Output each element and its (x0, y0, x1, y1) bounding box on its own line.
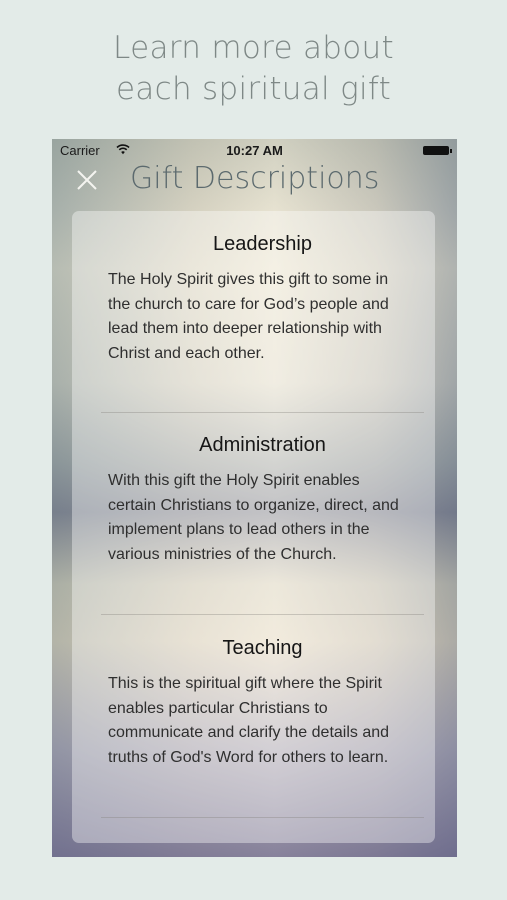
gift-descriptions-list[interactable]: Leadership The Holy Spirit gives this gi… (72, 211, 435, 843)
divider (101, 614, 424, 615)
gift-description: This is the spiritual gift where the Spi… (108, 675, 390, 766)
close-button[interactable] (74, 163, 102, 195)
gift-description: The Holy Spirit gives this gift to some … (108, 271, 389, 362)
gift-title: Leadership (213, 233, 312, 255)
status-time: 10:27 AM (226, 143, 283, 158)
page-title: Gift Descriptions (130, 161, 380, 196)
divider (101, 412, 424, 413)
promo-caption: Learn more about each spiritual gift (0, 28, 507, 110)
divider (101, 817, 424, 818)
gift-title: Teaching (222, 637, 303, 659)
gift-item-teaching: Teaching This is the spiritual gift wher… (101, 636, 424, 770)
navigation-bar: Gift Descriptions (52, 159, 457, 203)
battery-icon (423, 146, 452, 155)
gift-title: Administration (199, 434, 326, 456)
gift-item-administration: Administration With this gift the Holy S… (101, 433, 424, 567)
gift-item-leadership: Leadership The Holy Spirit gives this gi… (101, 232, 424, 366)
close-icon (77, 170, 97, 190)
phone-screen: Carrier 10:27 AM Gift Descriptions Leade… (52, 139, 457, 857)
promo-caption-line-1: Learn more about (113, 30, 394, 66)
gift-description: With this gift the Holy Spirit enables c… (108, 472, 399, 563)
promo-caption-line-2: each spiritual gift (115, 71, 392, 107)
status-bar: Carrier 10:27 AM (52, 139, 457, 161)
